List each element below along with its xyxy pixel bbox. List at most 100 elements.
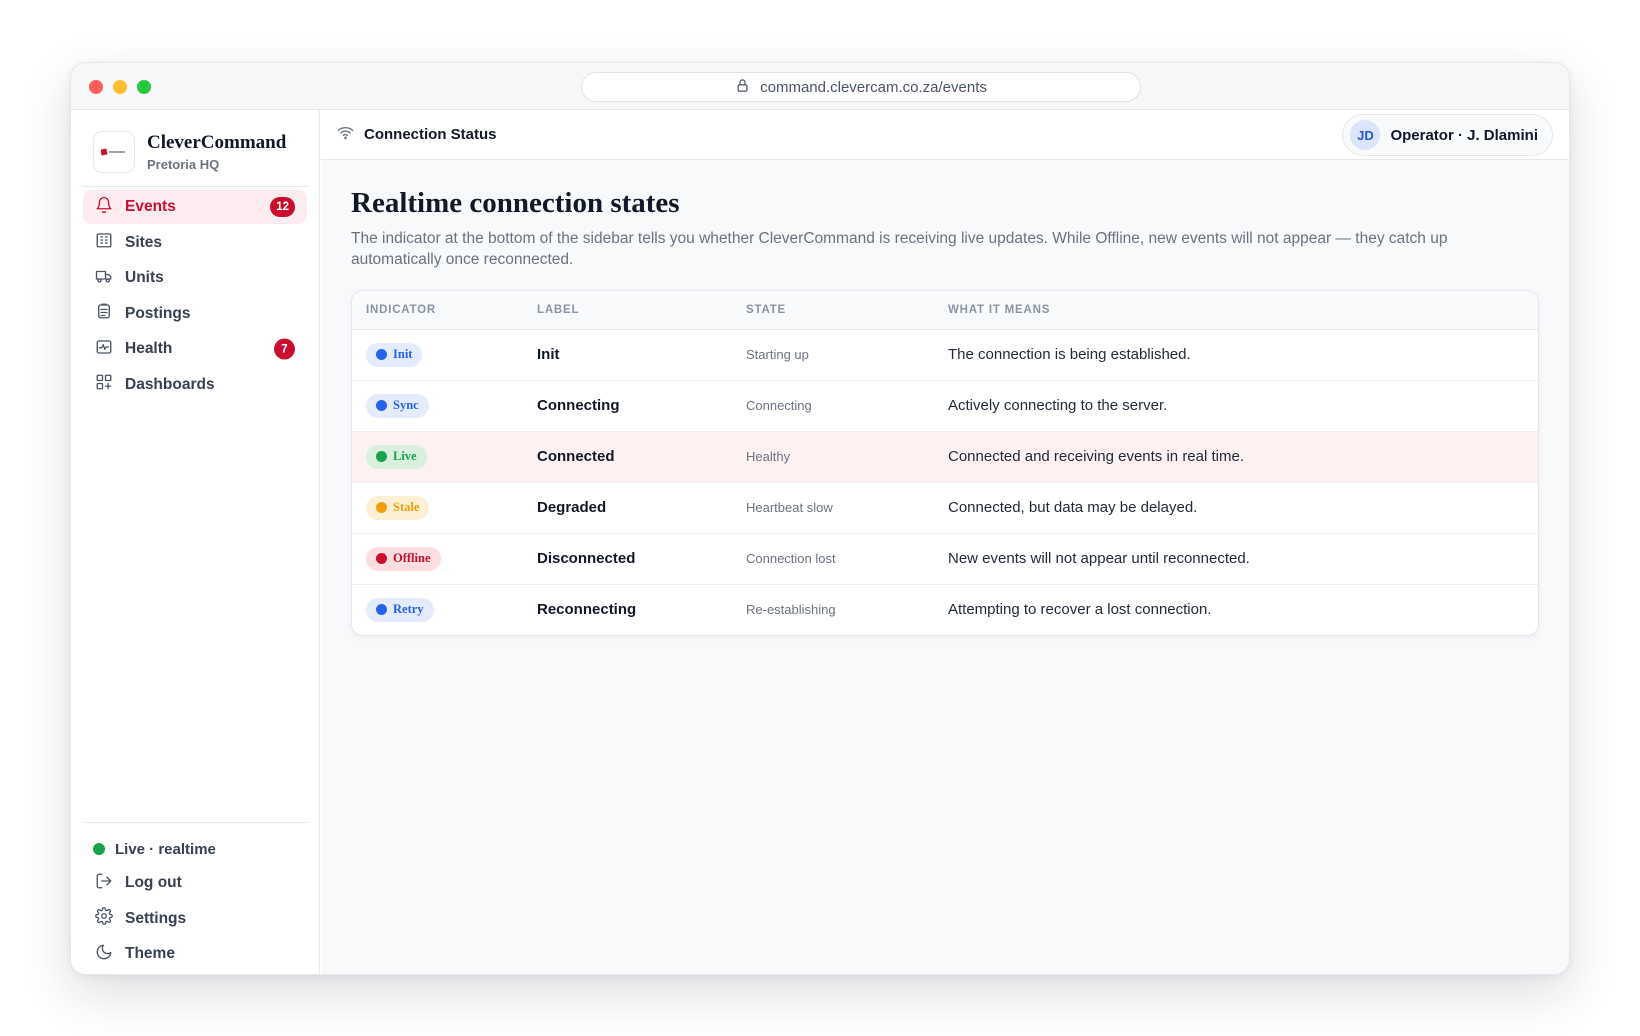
bell-icon	[95, 196, 125, 219]
table-row: Init Init Starting up The connection is bei…	[352, 329, 1538, 381]
browser-window: command.clevercam.co.za/events CleverCom…	[70, 62, 1570, 975]
pill-label: Stale	[393, 500, 420, 514]
sidebar-item-label: Postings	[125, 304, 191, 322]
sidebar-item-label: Theme	[125, 945, 175, 962]
label-cell: Init	[523, 329, 732, 381]
status-pill: Offline	[366, 546, 441, 571]
brand-name: CleverCommand	[147, 132, 287, 153]
pill-label: Live	[393, 449, 417, 463]
indicator-cell: Sync	[352, 380, 523, 432]
meaning-cell: Connected and receiving events in real t…	[934, 431, 1538, 483]
clipboard-icon	[95, 302, 125, 325]
table-row: Stale Degraded Heartbeat slow Connected, bu…	[352, 482, 1538, 534]
state-cell: Re-establishing	[746, 602, 836, 618]
sidebar-item-sites[interactable]: Sites	[83, 226, 307, 260]
pill-label: Init	[393, 347, 413, 361]
label-cell: Reconnecting	[537, 601, 637, 619]
sidebar-item-label: Sites	[125, 233, 163, 251]
status-dot	[376, 451, 387, 462]
page-description: The indicator at the bottom of the sideb…	[351, 230, 1448, 268]
address-bar[interactable]: command.clevercam.co.za/events	[581, 72, 1141, 102]
sidebar-item-label: Log out	[125, 874, 182, 891]
meaning-cell: Attempting to recover a lost connection.	[948, 601, 1212, 619]
column-header: LABEL	[523, 291, 732, 330]
table-header-row: INDICATOR LABEL STATE WHAT IT MEANS	[352, 291, 1538, 330]
status-dot	[376, 400, 387, 411]
table-row: Offline Disconnected Connection lost New ev…	[352, 533, 1538, 585]
sidebar-item-label: Settings	[125, 909, 187, 927]
moon-icon	[95, 943, 125, 966]
status-dot	[376, 553, 387, 564]
column-header: INDICATOR	[352, 291, 523, 330]
state-cell: Connection lost	[732, 533, 934, 585]
pill-label: Sync	[393, 398, 419, 412]
column-header: WHAT IT MEANS	[934, 291, 1538, 330]
logout-button[interactable]: Log out	[83, 866, 307, 900]
lock-icon	[735, 78, 750, 97]
sidebar-item-health[interactable]: Health 7	[83, 332, 307, 366]
sidebar-item-units[interactable]: Units	[83, 261, 307, 295]
status-dot	[376, 604, 387, 616]
content: Realtime connection states The indicator…	[321, 160, 1569, 663]
table-row: Live Connected Healthy Connected and receiv…	[352, 431, 1538, 483]
minimize-window-button[interactable]	[113, 80, 127, 94]
truck-icon	[95, 267, 125, 290]
states-table-card: INDICATOR LABEL STATE WHAT IT MEANS Init…	[351, 290, 1539, 636]
connection-status-label: Live · realtime	[115, 840, 216, 858]
sidebar: CleverCommand Pretoria HQ Events 12 Site…	[71, 110, 320, 974]
sidebar-footer: Live · realtime Log out Settings Theme	[83, 832, 307, 973]
wifi-icon	[337, 124, 354, 145]
state-cell: Healthy	[732, 431, 934, 483]
meaning-cell: New events will not appear until reconne…	[934, 533, 1538, 585]
page-title: Realtime connection states	[351, 187, 680, 219]
maximize-window-button[interactable]	[137, 80, 151, 94]
url-text: command.clevercam.co.za/events	[760, 78, 987, 96]
settings-button[interactable]: Settings	[83, 902, 307, 936]
main-nav: Events 12 Sites Units Postings Health 7	[83, 190, 307, 403]
brand[interactable]: CleverCommand Pretoria HQ	[93, 131, 286, 173]
theme-toggle[interactable]: Theme	[83, 937, 307, 971]
main-panel: Connection Status JD Operator · J. Dlami…	[321, 110, 1569, 974]
table-row: Sync Connecting Connecting Actively connect…	[352, 380, 1538, 432]
sidebar-item-dashboards[interactable]: Dashboards	[83, 368, 307, 402]
state-cell: Starting up	[732, 329, 934, 381]
health-count-badge: 7	[274, 338, 295, 360]
brand-location: Pretoria HQ	[147, 157, 220, 172]
sidebar-item-events[interactable]: Events 12	[83, 190, 307, 224]
status-pill: Init	[366, 342, 423, 367]
brand-logo	[93, 131, 135, 173]
table-row: Retry Reconnecting Re-establishing Attempti…	[352, 584, 1538, 635]
indicator-cell: Stale	[352, 482, 523, 534]
sidebar-item-label: Events	[125, 198, 176, 215]
events-count-badge: 12	[270, 197, 295, 217]
label-cell: Disconnected	[523, 533, 732, 585]
user-menu[interactable]: JD Operator · J. Dlamini	[1342, 114, 1553, 156]
indicator-cell: Live	[352, 431, 523, 483]
logout-icon	[95, 872, 125, 895]
meaning-cell: Actively connecting to the server.	[934, 380, 1538, 432]
activity-icon	[95, 338, 125, 361]
close-window-button[interactable]	[89, 80, 103, 94]
label-cell: Connecting	[523, 380, 732, 432]
title-bar: command.clevercam.co.za/events	[71, 63, 1569, 110]
states-table: INDICATOR LABEL STATE WHAT IT MEANS Init…	[352, 291, 1538, 635]
divider	[83, 186, 307, 187]
meaning-cell: The connection is being established.	[934, 329, 1538, 381]
pill-label: Retry	[393, 602, 424, 617]
page-header: Connection Status	[337, 124, 497, 145]
status-dot	[376, 349, 387, 360]
building-icon	[95, 231, 125, 254]
avatar: JD	[1350, 120, 1381, 150]
label-cell: Degraded	[523, 482, 732, 534]
pill-label: Offline	[393, 551, 431, 565]
indicator-cell: Offline	[352, 533, 523, 585]
status-dot	[93, 843, 105, 855]
sidebar-item-postings[interactable]: Postings	[83, 297, 307, 331]
indicator-cell: Init	[352, 329, 523, 381]
grid-plus-icon	[95, 373, 125, 396]
label-cell: Connected	[523, 431, 732, 483]
state-cell: Heartbeat slow	[732, 482, 934, 534]
connection-status-indicator[interactable]: Live · realtime	[83, 832, 307, 866]
status-pill: Stale	[366, 495, 430, 520]
divider	[83, 822, 307, 823]
